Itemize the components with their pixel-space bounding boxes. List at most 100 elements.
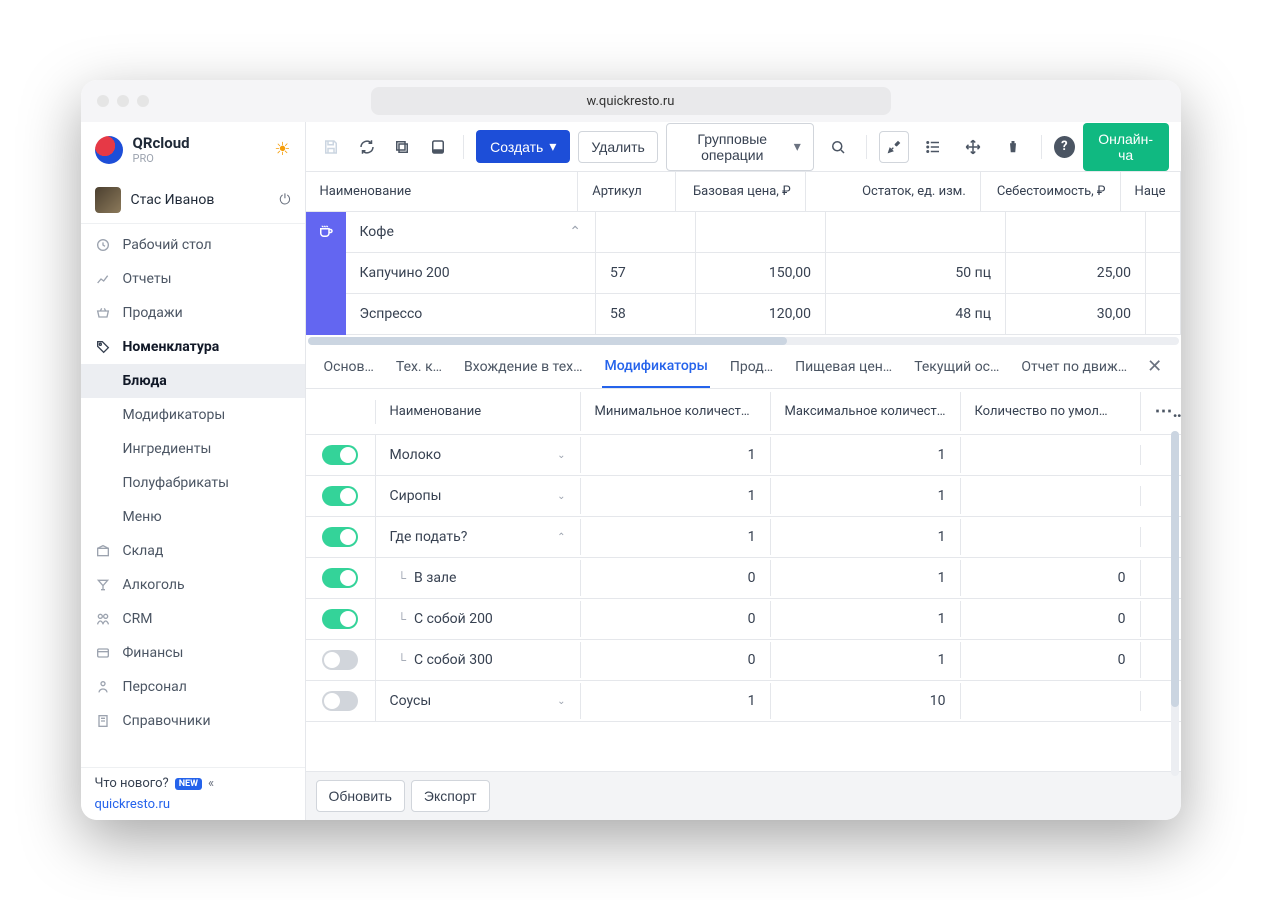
- delete-button[interactable]: Удалить: [578, 131, 657, 163]
- trash-icon[interactable]: [997, 130, 1029, 164]
- modifier-row[interactable]: └С собой 300010: [306, 640, 1181, 681]
- export-button[interactable]: Экспорт: [411, 780, 490, 812]
- sidebar-item-directories[interactable]: Справочники: [81, 704, 305, 738]
- col-name[interactable]: Наименование: [306, 172, 578, 212]
- refresh-button[interactable]: Обновить: [316, 780, 405, 812]
- col-sku[interactable]: Артикул: [578, 172, 676, 212]
- power-icon[interactable]: ⏻: [279, 192, 290, 208]
- modifier-row[interactable]: └С собой 200010: [306, 599, 1181, 640]
- basket-icon: [95, 305, 111, 321]
- modifier-row[interactable]: Сиропы⌄11: [306, 476, 1181, 517]
- modifier-row[interactable]: Соусы⌄110: [306, 681, 1181, 722]
- whats-new[interactable]: Что нового? NEW «: [95, 776, 291, 791]
- col-stock[interactable]: Остаток, ед. изм.: [805, 172, 980, 212]
- sidebar-subitem-modifiers[interactable]: Модификаторы: [81, 398, 305, 432]
- tab-modifiers[interactable]: Модификаторы: [602, 345, 709, 388]
- col-price[interactable]: Базовая цена, ₽: [676, 172, 806, 212]
- tab-nutrition[interactable]: Пищевая цен…: [793, 345, 894, 388]
- sidebar-item-sales[interactable]: Продажи: [81, 296, 305, 330]
- tab-current[interactable]: Текущий ос…: [912, 345, 1001, 388]
- sidebar-item-staff[interactable]: Персонал: [81, 670, 305, 704]
- sidebar-item-reports[interactable]: Отчеты: [81, 262, 305, 296]
- sidebar-subitem-dishes[interactable]: Блюда: [81, 364, 305, 398]
- traffic-lights: [97, 95, 149, 107]
- create-button[interactable]: Создать ▾: [476, 130, 570, 163]
- modifier-name: В зале: [414, 570, 456, 586]
- collapse-sidebar-icon[interactable]: «: [208, 776, 214, 791]
- sidebar-item-stock[interactable]: Склад: [81, 534, 305, 568]
- category-strip[interactable]: [306, 212, 346, 335]
- refresh-icon[interactable]: [353, 130, 380, 164]
- tablet-icon[interactable]: [424, 130, 451, 164]
- col-markup[interactable]: Наце: [1120, 172, 1180, 212]
- mod-col-max[interactable]: Максимальное количество: [771, 392, 961, 431]
- horizontal-scrollbar[interactable]: [308, 337, 1179, 345]
- close-panel-icon[interactable]: ✕: [1147, 356, 1168, 377]
- tree-branch-icon: └: [398, 571, 407, 585]
- toggle-switch[interactable]: [322, 691, 358, 711]
- col-cost[interactable]: Себестоимость, ₽: [980, 172, 1120, 212]
- group-ops-button[interactable]: Групповые операции ▾: [666, 123, 814, 171]
- sidebar-item-label: Склад: [123, 543, 164, 559]
- sidebar-item-crm[interactable]: CRM: [81, 602, 305, 636]
- cell-cost: 30,00: [1006, 294, 1146, 335]
- chevron-down-icon[interactable]: ⌄: [557, 491, 565, 502]
- tab-sales[interactable]: Прод…: [728, 345, 775, 388]
- category-row[interactable]: Кофе ⌃: [346, 212, 1181, 253]
- tools-icon[interactable]: [879, 131, 909, 163]
- modifier-row[interactable]: Где подать?⌃11: [306, 517, 1181, 558]
- list-icon[interactable]: [917, 130, 949, 164]
- toggle-switch[interactable]: [322, 609, 358, 629]
- mod-col-min[interactable]: Минимальное количество: [581, 392, 771, 431]
- chevron-down-icon[interactable]: ⌄: [557, 450, 565, 461]
- save-icon[interactable]: [318, 130, 345, 164]
- user-name: Стас Иванов: [131, 192, 215, 208]
- toggle-switch[interactable]: [322, 486, 358, 506]
- theme-toggle-icon[interactable]: ☀: [274, 139, 290, 160]
- toggle-switch[interactable]: [322, 568, 358, 588]
- sidebar-subitem-semiproducts[interactable]: Полуфабрикаты: [81, 466, 305, 500]
- url-bar[interactable]: w.quickresto.ru: [371, 87, 891, 115]
- sidebar-subitem-ingredients[interactable]: Ингредиенты: [81, 432, 305, 466]
- chevron-up-icon[interactable]: ⌃: [569, 224, 581, 240]
- sidebar-item-alcohol[interactable]: Алкоголь: [81, 568, 305, 602]
- vertical-scrollbar[interactable]: [1171, 431, 1179, 776]
- tab-techcard[interactable]: Тех. к…: [394, 345, 444, 388]
- traffic-max[interactable]: [137, 95, 149, 107]
- toggle-switch[interactable]: [322, 650, 358, 670]
- mod-col-default[interactable]: Количество по умол…: [961, 392, 1141, 431]
- bottom-bar: Обновить Экспорт: [306, 771, 1181, 820]
- sidebar-item-dashboard[interactable]: Рабочий стол: [81, 228, 305, 262]
- move-icon[interactable]: [957, 130, 989, 164]
- chevron-up-icon[interactable]: ⌃: [557, 532, 565, 543]
- toggle-switch[interactable]: [322, 445, 358, 465]
- tab-inclusion[interactable]: Вхождение в тех…: [462, 345, 584, 388]
- items-table: Наименование Артикул Базовая цена, ₽ Ост…: [306, 172, 1181, 212]
- sidebar-item-label: Финансы: [123, 645, 184, 661]
- help-icon[interactable]: ?: [1054, 136, 1075, 158]
- more-columns-icon[interactable]: ⋯: [1141, 389, 1181, 434]
- modifier-row[interactable]: Молоко⌄11: [306, 435, 1181, 476]
- scroll-thumb[interactable]: [1171, 431, 1179, 707]
- tab-movement[interactable]: Отчет по движ…: [1019, 345, 1129, 388]
- modifier-row[interactable]: └В зале010: [306, 558, 1181, 599]
- sidebar-user[interactable]: Стас Иванов ⏻: [81, 177, 305, 224]
- sidebar-item-nomenclature[interactable]: Номенклатура: [81, 330, 305, 364]
- online-chat-button[interactable]: Онлайн-ча: [1083, 123, 1169, 171]
- table-row[interactable]: Капучино 200 57 150,00 50 пц 25,00: [346, 253, 1181, 294]
- sidebar-subitem-menu[interactable]: Меню: [81, 500, 305, 534]
- toggle-switch[interactable]: [322, 527, 358, 547]
- traffic-close[interactable]: [97, 95, 109, 107]
- cell-max: 1: [771, 642, 961, 678]
- traffic-min[interactable]: [117, 95, 129, 107]
- copy-icon[interactable]: [388, 130, 415, 164]
- mod-col-name[interactable]: Наименование: [376, 392, 581, 431]
- category-name: Кофе: [360, 224, 394, 240]
- search-icon[interactable]: [822, 130, 854, 164]
- sidebar-item-finance[interactable]: Финансы: [81, 636, 305, 670]
- table-row[interactable]: Эспрессо 58 120,00 48 пц 30,00: [346, 294, 1181, 335]
- scroll-thumb[interactable]: [308, 337, 787, 345]
- tab-general[interactable]: Основ…: [322, 345, 376, 388]
- chevron-down-icon[interactable]: ⌄: [557, 696, 565, 707]
- site-link[interactable]: quickresto.ru: [95, 797, 291, 812]
